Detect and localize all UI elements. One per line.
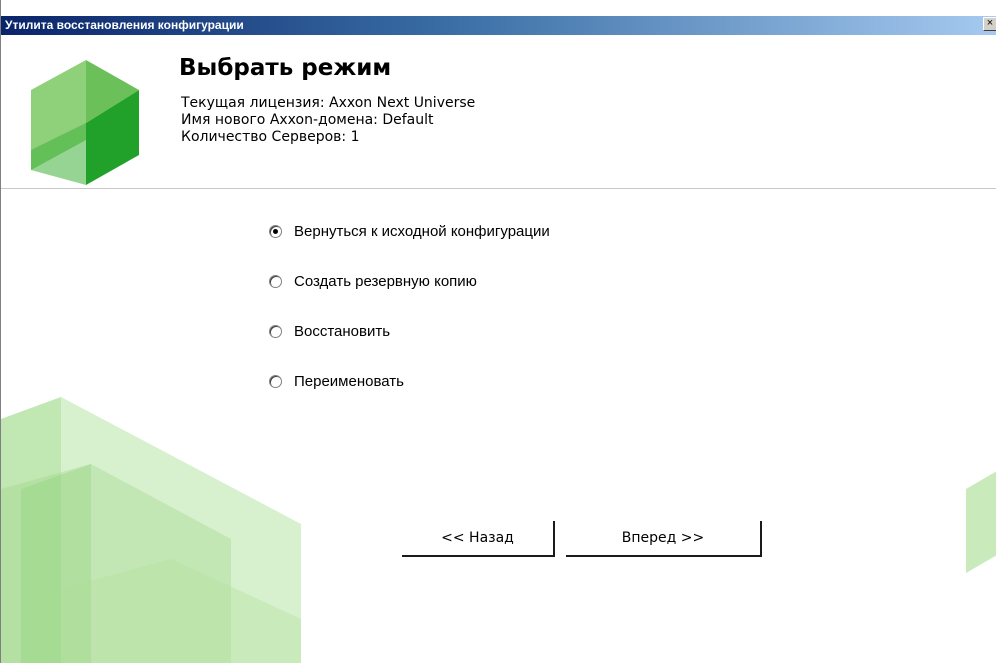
mode-option-label[interactable]: Восстановить [294,323,390,340]
close-button[interactable]: × [983,17,996,31]
restore-utility-window: Утилита восстановления конфигурации × Вы… [0,0,996,663]
radio-reset[interactable] [269,225,282,238]
servers-line: Количество Серверов: 1 [181,129,360,145]
mode-option-reset[interactable]: Вернуться к исходной конфигурации [269,223,550,273]
mode-option-label[interactable]: Создать резервную копию [294,273,477,290]
axxon-logo-icon [31,60,139,185]
domain-line: Имя нового Axxon-домена: Default [181,112,434,128]
license-line: Текущая лицензия: Axxon Next Universe [181,95,476,111]
close-icon: × [986,17,994,29]
header-info: Текущая лицензия: Axxon Next Universe Им… [181,95,475,146]
wizard-header: Выбрать режим Текущая лицензия: Axxon Ne… [1,35,996,189]
radio-restore[interactable] [269,325,282,338]
page-title: Выбрать режим [179,55,392,81]
mode-option-label[interactable]: Вернуться к исходной конфигурации [294,223,550,240]
mode-option-rename[interactable]: Переименовать [269,373,550,423]
radio-rename[interactable] [269,375,282,388]
mode-option-restore[interactable]: Восстановить [269,323,550,373]
window-title: Утилита восстановления конфигурации [5,18,244,32]
mode-option-label[interactable]: Переименовать [294,373,404,390]
mode-option-backup[interactable]: Создать резервную копию [269,273,550,323]
back-button[interactable]: << Назад [402,521,555,557]
title-bar[interactable]: Утилита восстановления конфигурации × [1,16,996,35]
radio-backup[interactable] [269,275,282,288]
mode-options: Вернуться к исходной конфигурации Создат… [269,223,550,423]
next-button[interactable]: Вперед >> [566,521,762,557]
wizard-content: Вернуться к исходной конфигурации Создат… [1,189,996,663]
